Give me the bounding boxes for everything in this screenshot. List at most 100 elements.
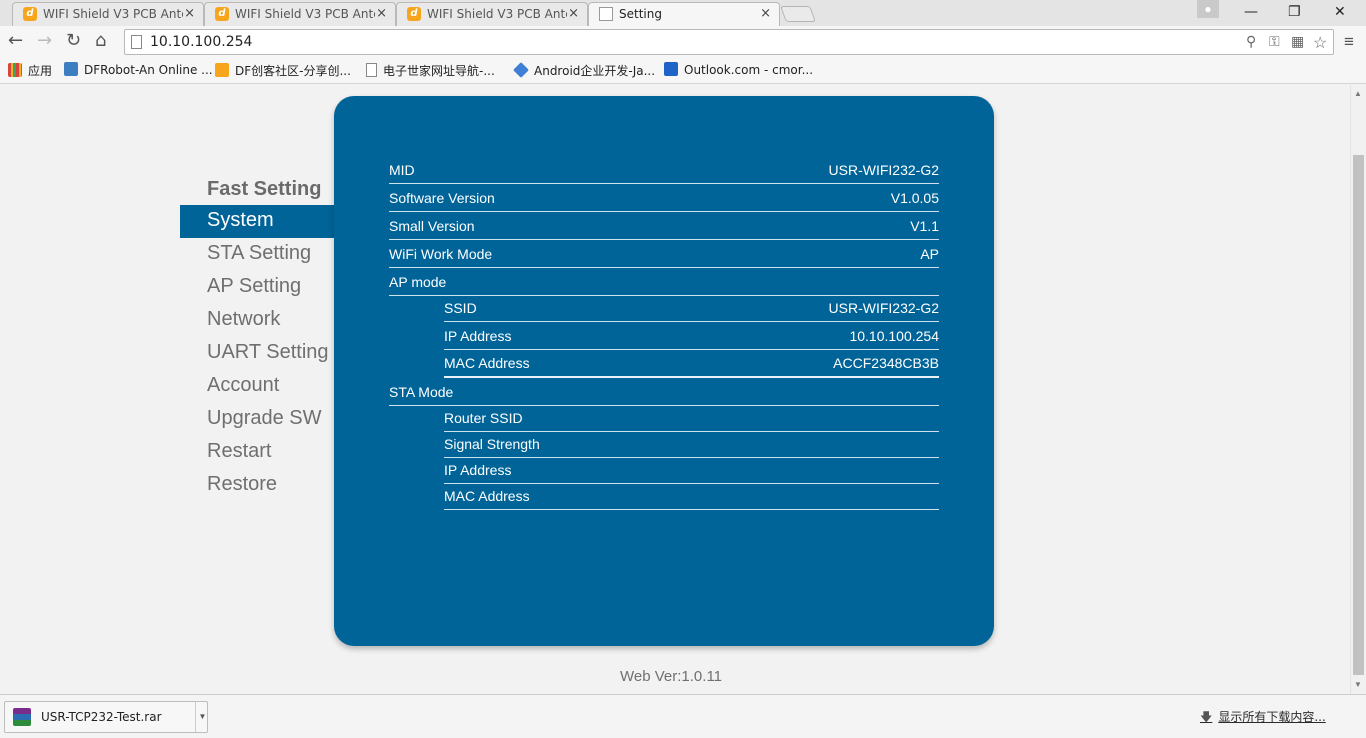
bookmark-dianzishijia[interactable]: 电子世家网址导航-... [366,62,495,79]
bookmark-outlook[interactable]: Outlook.com - cmor... [664,62,813,77]
small-version-row: Small Version V1.1 [389,214,939,240]
software-version-value: V1.0.05 [890,190,939,206]
sta-mode-label: STA Mode [389,384,454,400]
ap-mode-label: AP mode [389,274,447,290]
minimize-icon[interactable]: — [1244,4,1258,20]
bookmark-apps[interactable]: 应用 [8,62,52,79]
page-icon [366,63,377,77]
key-icon[interactable]: ⚿ [1269,33,1280,50]
close-icon[interactable]: × [760,6,771,21]
sta-ip-row: IP Address [444,458,939,484]
software-version-label: Software Version [389,190,495,206]
menu-account[interactable]: Account [180,370,340,403]
menu-restore[interactable]: Restore [180,469,340,502]
scroll-up-icon[interactable]: ▲ [1354,89,1362,98]
close-icon[interactable]: × [568,6,579,21]
menu-sta-setting[interactable]: STA Setting [180,238,340,271]
software-version-row: Software Version V1.0.05 [389,186,939,212]
download-item[interactable]: USR-TCP232-Test.rar ▼ [4,701,208,733]
df-favicon-icon: d [215,7,229,21]
download-arrow-icon: 🡇 [1200,710,1213,724]
tab-title: WIFI Shield V3 PCB Antenna [235,7,375,21]
restore-icon[interactable]: ❐ [1288,4,1301,20]
bookmark-label: DFRobot-An Online ... [84,63,213,77]
home-icon[interactable]: ⌂ [95,30,106,51]
menu-fast-setting[interactable]: Fast Setting [180,175,340,205]
menu-upgrade-sw[interactable]: Upgrade SW [180,403,340,436]
small-version-value: V1.1 [910,218,939,234]
bookmark-label: Android企业开发-Ja... [534,64,656,78]
forward-icon[interactable]: → [37,30,52,51]
bookmarks-bar: 应用 DFRobot-An Online ... DF创客社区-分享创... 电… [0,58,1366,84]
menu-system[interactable]: System [180,205,340,238]
scrollbar-thumb[interactable] [1353,155,1364,675]
dfrobot-icon [64,62,78,76]
bookmark-label: 应用 [28,64,53,78]
download-filename: USR-TCP232-Test.rar [41,710,162,724]
bookmark-label: Outlook.com - cmor... [684,63,814,77]
menu-uart-setting[interactable]: UART Setting [180,337,340,370]
df-favicon-icon: d [23,7,37,21]
window-close-icon[interactable]: ✕ [1334,4,1346,20]
ap-ip-value: 10.10.100.254 [849,328,939,344]
tab-wifi-shield-3[interactable]: d WIFI Shield V3 PCB Antenna × [396,2,588,26]
apps-grid-icon [8,63,22,77]
reload-icon[interactable]: ↻ [66,30,81,51]
sta-ip-label: IP Address [444,462,512,478]
ap-mac-value: ACCF2348CB3B [833,355,939,371]
download-shelf: USR-TCP232-Test.rar ▼ 🡇 显示所有下载内容... [0,694,1366,738]
url-text[interactable]: 10.10.100.254 [150,34,252,50]
menu-ap-setting[interactable]: AP Setting [180,271,340,304]
sta-signal-label: Signal Strength [444,436,540,452]
bookmark-android[interactable]: Android企业开发-Ja... [513,62,656,79]
ap-ip-row: IP Address 10.10.100.254 [444,324,939,350]
tab-wifi-shield-2[interactable]: d WIFI Shield V3 PCB Antenna × [204,2,396,26]
zoom-icon[interactable]: ⚲ [1246,33,1256,50]
ap-mac-label: MAC Address [444,355,530,371]
menu-restart[interactable]: Restart [180,436,340,469]
menu-icon[interactable]: ≡ [1344,32,1354,52]
df-favicon-icon [215,63,229,77]
browser-toolbar: ← → ↻ ⌂ 10.10.100.254 ⚲ ⚿ ▦ ☆ ≡ [0,26,1366,58]
web-version: Web Ver:1.0.11 [620,668,723,685]
bookmark-label: 电子世家网址导航-... [383,64,495,78]
sta-mode-header: STA Mode [389,380,939,406]
page-viewport: Fast Setting System STA Setting AP Setti… [0,85,1350,694]
tab-wifi-shield-1[interactable]: d WIFI Shield V3 PCB Antenna × [12,2,204,26]
tab-title: WIFI Shield V3 PCB Antenna [43,7,183,21]
profile-icon[interactable]: ● [1197,0,1219,18]
sta-router-ssid-row: Router SSID [444,406,939,432]
menu-network[interactable]: Network [180,304,340,337]
mid-label: MID [389,162,415,178]
show-all-downloads-link[interactable]: 🡇 显示所有下载内容... [1200,708,1326,729]
close-icon[interactable]: × [376,6,387,21]
star-icon[interactable]: ☆ [1313,33,1327,53]
new-tab-button[interactable] [780,6,816,22]
tab-setting[interactable]: Setting × [588,2,780,26]
side-menu: Fast Setting System STA Setting AP Setti… [180,175,340,502]
scroll-down-icon[interactable]: ▼ [1354,680,1362,689]
close-icon[interactable]: × [184,6,195,21]
android-icon [513,62,529,78]
show-all-label: 显示所有下载内容... [1218,710,1326,724]
mid-row: MID USR-WIFI232-G2 [389,158,939,184]
sta-mac-row: MAC Address [444,484,939,510]
small-version-label: Small Version [389,218,475,234]
wifi-work-mode-row: WiFi Work Mode AP [389,242,939,268]
back-icon[interactable]: ← [8,30,23,51]
vertical-scrollbar[interactable]: ▲ ▼ [1350,85,1366,694]
ap-ssid-label: SSID [444,300,477,316]
address-bar[interactable]: 10.10.100.254 ⚲ ⚿ ▦ ☆ [124,29,1334,55]
wifi-work-mode-value: AP [920,246,939,262]
bookmark-dfrobot[interactable]: DFRobot-An Online ... [64,62,213,77]
rar-file-icon [13,708,31,726]
chevron-down-icon[interactable]: ▼ [195,702,209,732]
sta-signal-row: Signal Strength [444,432,939,458]
outlook-icon [664,62,678,76]
mid-value: USR-WIFI232-G2 [828,162,939,178]
bookmark-df-community[interactable]: DF创客社区-分享创... [215,62,351,79]
sta-mac-label: MAC Address [444,488,530,504]
sta-router-ssid-label: Router SSID [444,410,523,426]
translate-icon[interactable]: ▦ [1291,33,1304,50]
system-info-panel: MID USR-WIFI232-G2 Software Version V1.0… [334,96,994,646]
